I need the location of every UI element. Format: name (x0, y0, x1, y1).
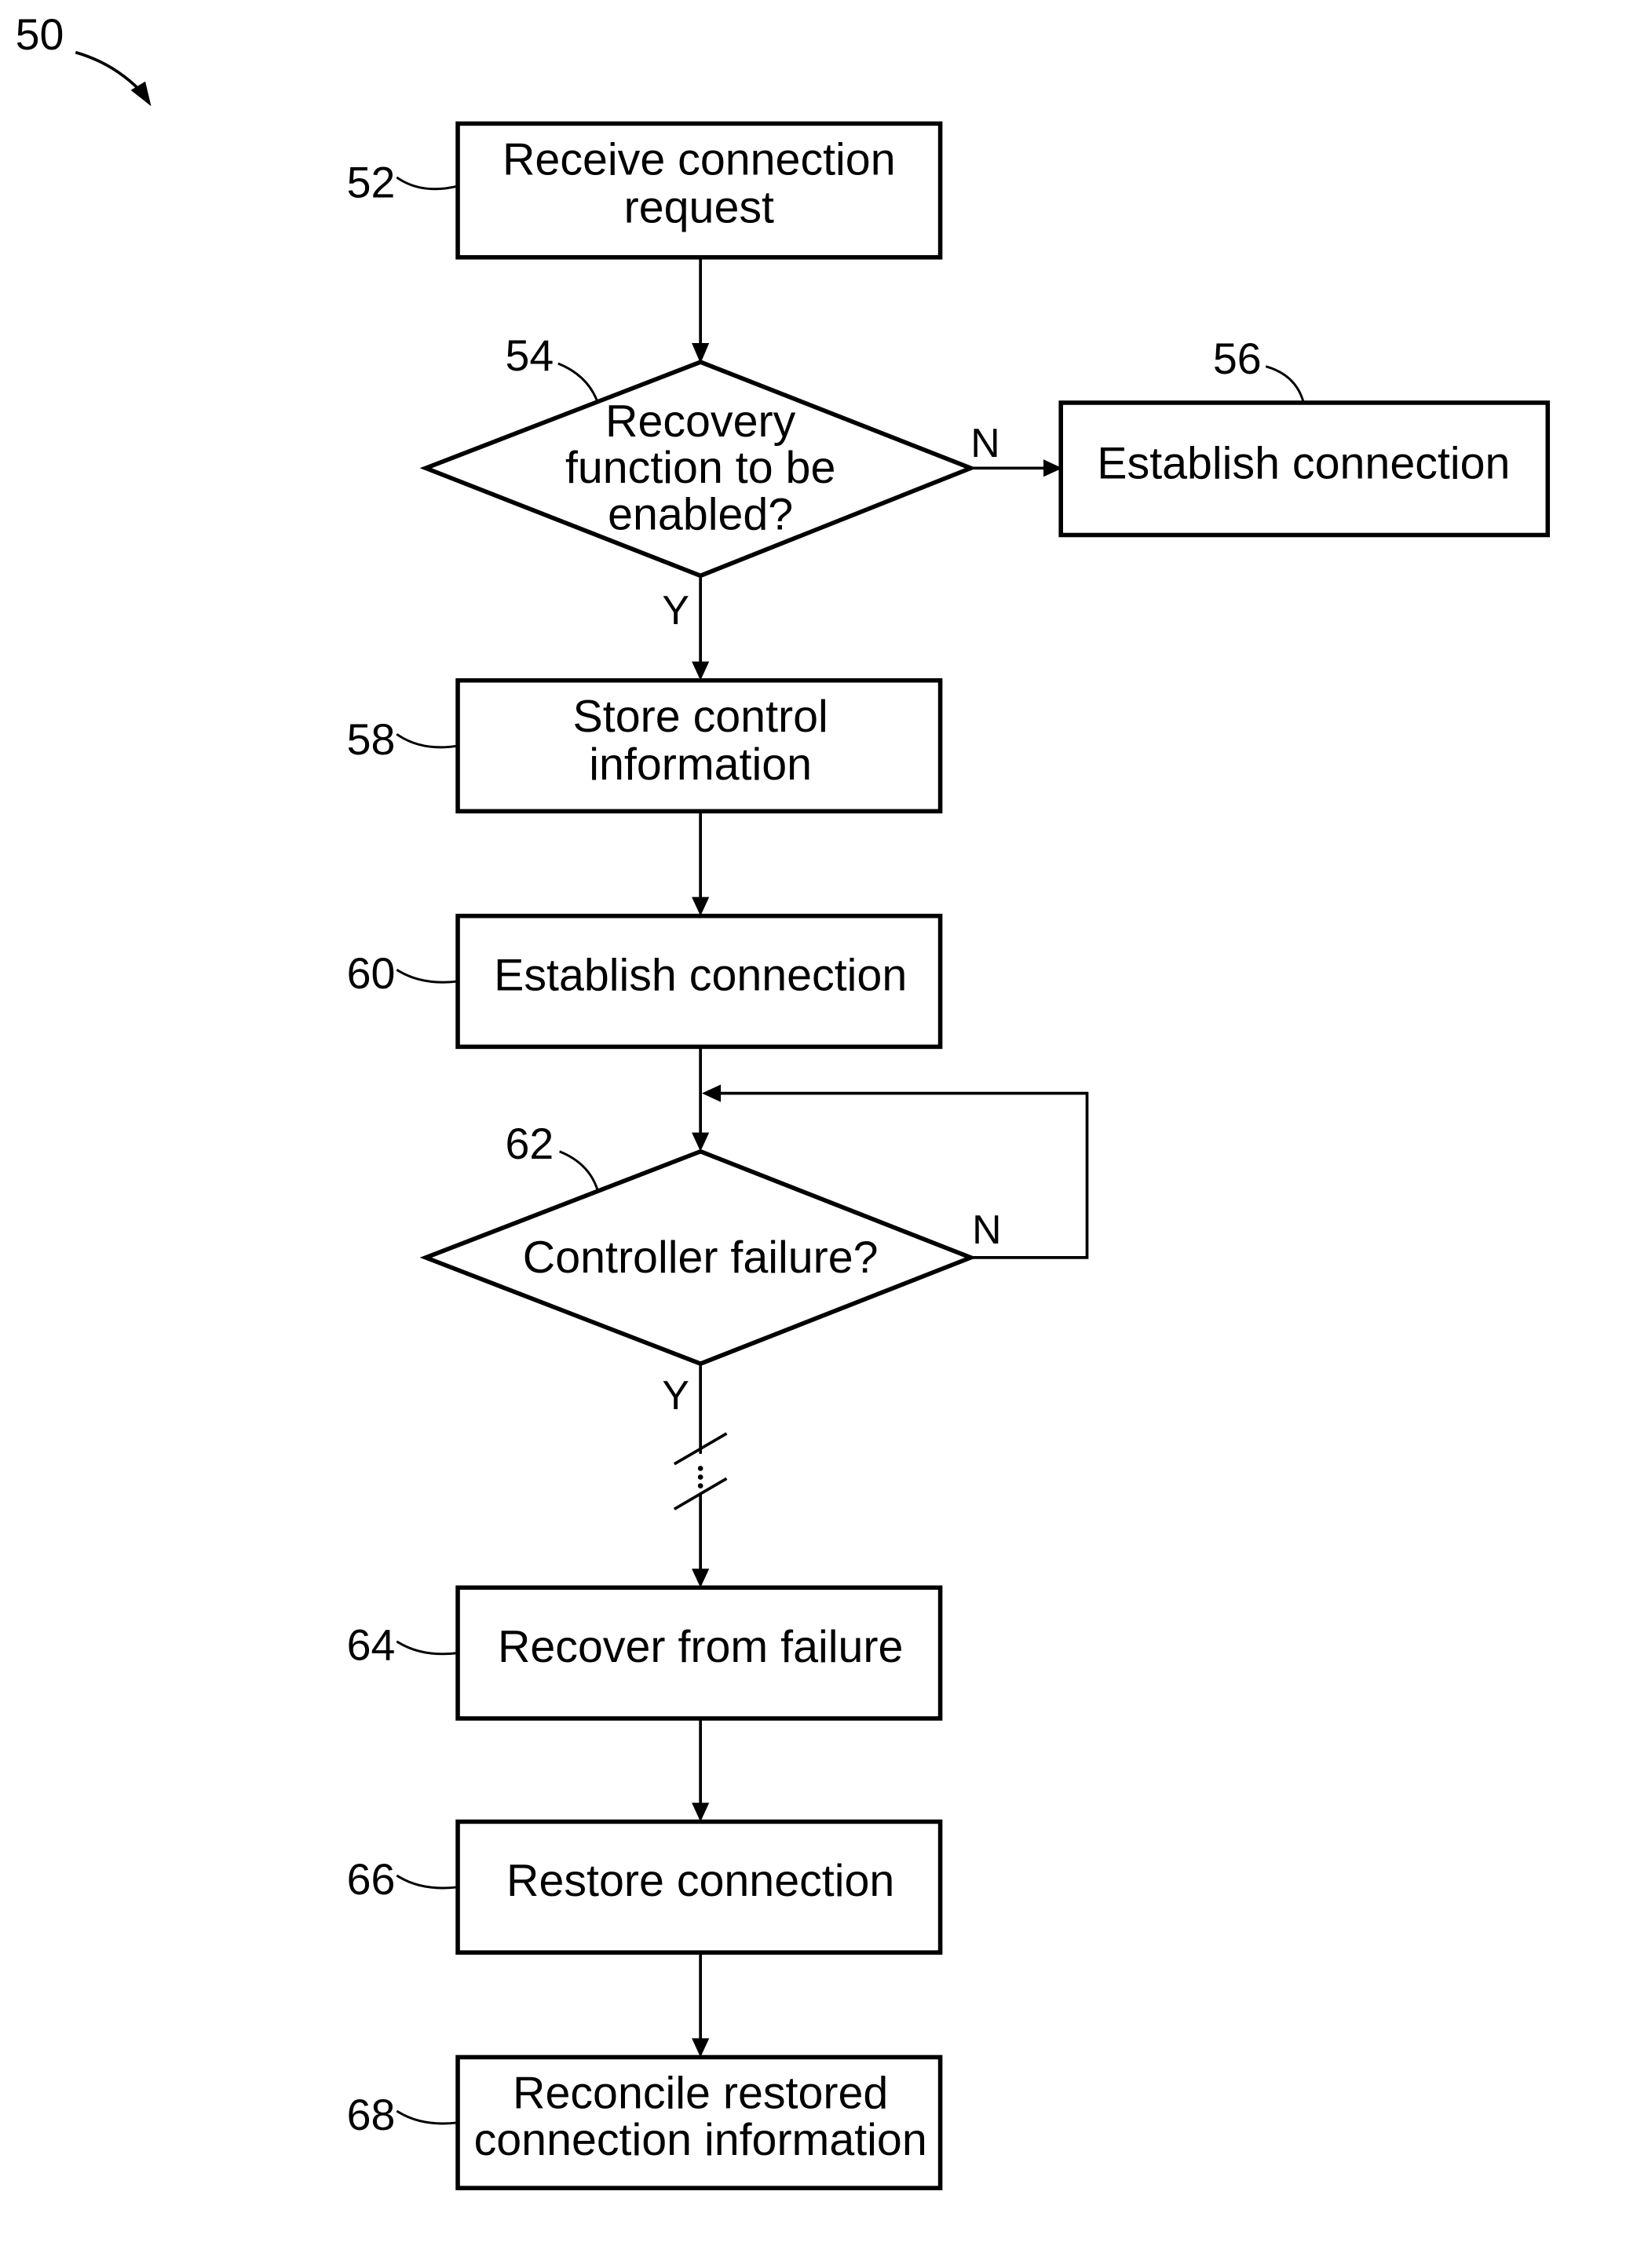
step-reference-label: 60 (347, 949, 396, 998)
step-reference-label: 58 (347, 715, 396, 764)
step-66-restore-connection: Restore connection 66 (347, 1819, 943, 1955)
leader-line (557, 362, 599, 402)
step-reference-label: 52 (347, 159, 396, 207)
branch-label-yes: Y (662, 587, 689, 633)
step-text-line: Controller failure? (523, 1233, 879, 1283)
arrowhead (692, 1569, 710, 1588)
step-text-line: request (624, 183, 774, 233)
step-text-line: Receive connection (502, 135, 896, 185)
continuation-dot (697, 1466, 703, 1471)
step-text-line: connection information (474, 2115, 927, 2165)
continuation-dot (697, 1474, 703, 1480)
step-56-establish-connection: Establish connection 56 (1058, 334, 1551, 538)
step-52-receive-connection-request: Receive connection request 52 (347, 121, 943, 260)
leader-line (1265, 365, 1305, 404)
leader-line (559, 1150, 599, 1190)
leader-line (396, 1640, 459, 1656)
branch-label-yes: Y (662, 1372, 689, 1418)
step-reference-label: 68 (347, 2091, 396, 2139)
step-text-line: information (589, 740, 812, 790)
step-text-line: Store control (573, 692, 828, 742)
step-text-line: function to be (565, 443, 835, 493)
leader-line (396, 733, 459, 749)
step-text-line: Recover from failure (498, 1622, 903, 1672)
arrowhead (692, 1802, 710, 1822)
step-text-line: Restore connection (506, 1856, 894, 1906)
step-58-store-control-information: Store control information 58 (347, 677, 943, 814)
step-64-recover-from-failure: Recover from failure 64 (347, 1585, 943, 1721)
step-text-line: Establish connection (1097, 439, 1510, 489)
step-text-line: Establish connection (494, 950, 907, 1000)
step-reference-label: 66 (347, 1855, 396, 1904)
step-68-reconcile-restored-connection-information: Reconcile restored connection informatio… (347, 2054, 943, 2190)
leader-line (396, 968, 459, 984)
branch-label-no: N (970, 420, 999, 466)
leader-line (396, 176, 459, 191)
continuation-dot (697, 1483, 703, 1488)
branch-label-no: N (972, 1207, 1001, 1252)
arrowhead (692, 2038, 710, 2058)
leader-line (396, 1874, 459, 1890)
figure-reference-label: 50 (16, 10, 64, 59)
arrowhead (702, 1084, 722, 1102)
step-text-line: enabled? (608, 489, 793, 539)
step-54-recovery-decision: Recovery function to be enabled? 54 (419, 331, 977, 579)
step-text-line: Reconcile restored (513, 2069, 888, 2119)
step-60-establish-connection: Establish connection 60 (347, 913, 943, 1050)
arrowhead (692, 661, 710, 681)
leader-line (396, 2109, 459, 2125)
step-62-controller-failure-decision: Controller failure? 62 (419, 1119, 977, 1367)
step-reference-label: 64 (347, 1621, 396, 1670)
flowchart: 50 Receive connection request 52 Recover… (16, 10, 1551, 2190)
arrowhead (692, 897, 710, 916)
step-text-line: Recovery (605, 396, 796, 447)
arrowhead (692, 1132, 710, 1152)
step-reference-label: 56 (1213, 334, 1262, 383)
step-reference-label: 62 (505, 1119, 554, 1168)
step-reference-label: 54 (505, 331, 554, 380)
